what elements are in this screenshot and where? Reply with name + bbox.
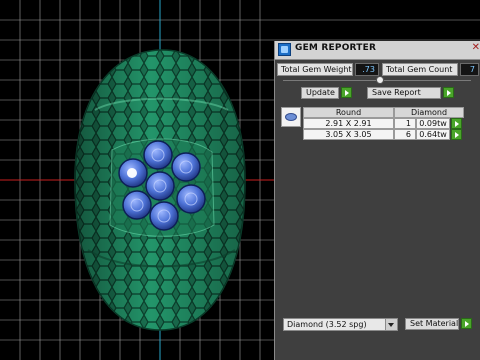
save-report-arrow-icon[interactable] — [443, 87, 454, 98]
table-row-weight: 0.09tw — [416, 118, 450, 129]
gem-stone — [122, 190, 152, 220]
table-row-count: 1 — [394, 118, 416, 129]
gem-stone — [176, 184, 206, 214]
panel-title: GEM REPORTER — [295, 43, 377, 53]
update-button[interactable]: Update — [301, 87, 339, 99]
set-material-button[interactable]: Set Material — [405, 318, 459, 330]
table-row-size: 3.05 X 3.05 — [303, 129, 394, 140]
material-select-value: Diamond (3.52 spg) — [287, 320, 367, 329]
row-select-arrow-icon[interactable] — [451, 118, 462, 129]
table-row-size: 2.91 X 2.91 — [303, 118, 394, 129]
material-select[interactable]: Diamond (3.52 spg) — [283, 318, 398, 331]
row-select-arrow-icon[interactable] — [451, 129, 462, 140]
gem-stone — [149, 201, 179, 231]
chevron-down-icon[interactable] — [385, 319, 397, 330]
gem-reporter-panel: GEM REPORTER ✕ Total Gem Weight .73 Tota… — [274, 41, 480, 360]
panel-titlebar[interactable]: GEM REPORTER ✕ — [275, 41, 480, 60]
gem-stone — [143, 140, 173, 170]
column-header-material: Diamond — [394, 107, 464, 118]
app-icon — [278, 43, 291, 56]
set-material-arrow-icon[interactable] — [461, 318, 472, 329]
gem-thumbnail — [281, 107, 301, 127]
total-gem-weight-label: Total Gem Weight — [277, 63, 353, 76]
total-gem-count-value: 7 — [460, 63, 479, 76]
table-row-count: 6 — [394, 129, 416, 140]
update-arrow-icon[interactable] — [341, 87, 352, 98]
gem-stone — [145, 171, 175, 201]
close-icon[interactable]: ✕ — [472, 42, 480, 54]
total-gem-count-label: Total Gem Count — [382, 63, 458, 76]
gem-stone — [171, 152, 201, 182]
save-report-button[interactable]: Save Report — [367, 87, 441, 99]
total-gem-weight-value: .73 — [355, 63, 379, 76]
table-row-weight: 0.64tw — [416, 129, 450, 140]
column-header-shape: Round — [303, 107, 394, 118]
slider-thumb[interactable] — [376, 76, 384, 84]
